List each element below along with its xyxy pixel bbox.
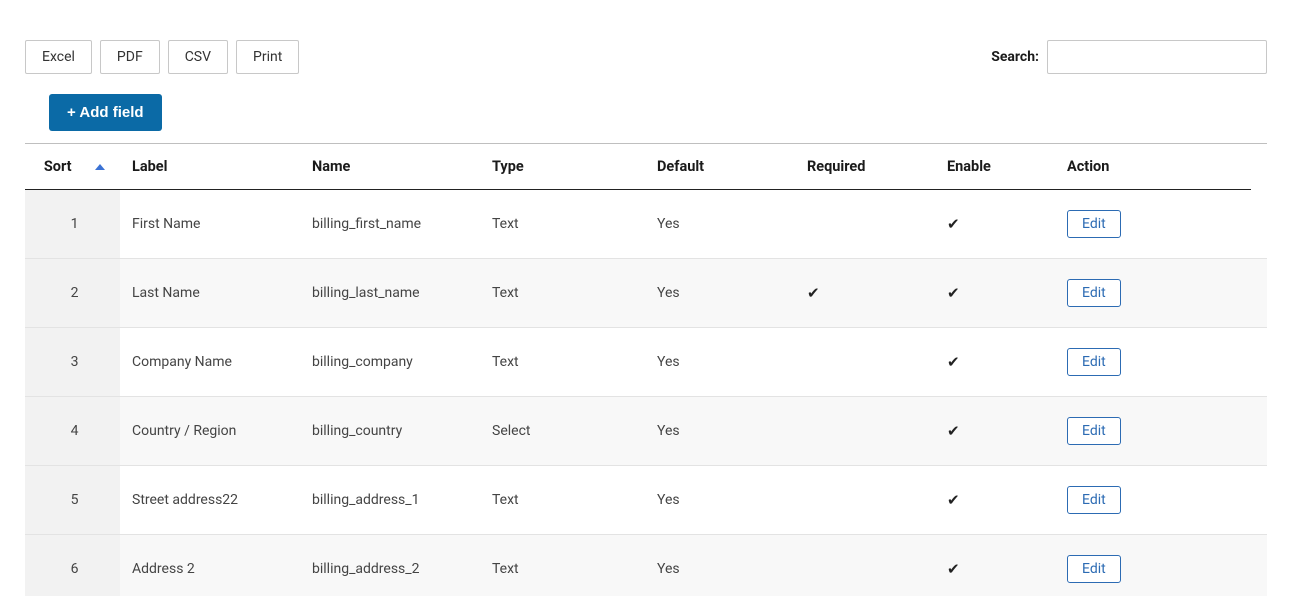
add-field-button[interactable]: + Add field (49, 94, 162, 131)
edit-button[interactable]: Edit (1067, 279, 1121, 307)
cell-name: billing_country (300, 397, 480, 466)
cell-required (795, 466, 935, 535)
table-row: 6Address 2billing_address_2TextYes ✔ Edit (25, 535, 1267, 597)
cell-action: Edit (1055, 397, 1267, 466)
cell-name: billing_address_2 (300, 535, 480, 597)
check-icon: ✔ (947, 422, 960, 440)
edit-button[interactable]: Edit (1067, 486, 1121, 514)
cell-name: billing_first_name (300, 190, 480, 259)
table-row: 5Street address22billing_address_1TextYe… (25, 466, 1267, 535)
cell-label: Street address22 (120, 466, 300, 535)
table-row: 4Country / Regionbilling_countrySelectYe… (25, 397, 1267, 466)
search-label: Search: (991, 49, 1039, 65)
print-button[interactable]: Print (236, 40, 299, 74)
cell-action: Edit (1055, 535, 1267, 597)
cell-name: billing_company (300, 328, 480, 397)
check-icon: ✔ (947, 560, 960, 578)
excel-button[interactable]: Excel (25, 40, 92, 74)
sort-asc-icon (95, 164, 105, 170)
cell-required: ✔ (795, 259, 935, 328)
top-bar: Excel PDF CSV Print Search: (25, 40, 1267, 74)
check-icon: ✔ (947, 353, 960, 371)
edit-button[interactable]: Edit (1067, 348, 1121, 376)
cell-name: billing_last_name (300, 259, 480, 328)
cell-required (795, 397, 935, 466)
col-header-required[interactable]: Required (795, 144, 935, 190)
cell-enable: ✔ (935, 535, 1055, 597)
cell-type: Text (480, 259, 645, 328)
col-header-sort[interactable]: Sort (25, 144, 120, 190)
search-input[interactable] (1047, 40, 1267, 74)
col-header-name[interactable]: Name (300, 144, 480, 190)
table-row: 1First Namebilling_first_nameTextYes ✔ Edi… (25, 190, 1267, 259)
cell-label: Country / Region (120, 397, 300, 466)
check-icon: ✔ (807, 284, 820, 302)
col-header-sort-label: Sort (44, 158, 72, 175)
check-icon: ✔ (947, 491, 960, 509)
cell-default: Yes (645, 535, 795, 597)
csv-button[interactable]: CSV (168, 40, 228, 74)
cell-type: Text (480, 466, 645, 535)
cell-type: Text (480, 328, 645, 397)
cell-sort: 1 (25, 190, 120, 259)
cell-sort: 3 (25, 328, 120, 397)
cell-label: Address 2 (120, 535, 300, 597)
cell-action: Edit (1055, 259, 1267, 328)
col-header-label[interactable]: Label (120, 144, 300, 190)
col-header-type[interactable]: Type (480, 144, 645, 190)
check-icon: ✔ (947, 284, 960, 302)
cell-sort: 6 (25, 535, 120, 597)
fields-table: Sort Label Name Type Default Required En… (25, 144, 1267, 596)
cell-type: Text (480, 190, 645, 259)
cell-name: billing_address_1 (300, 466, 480, 535)
cell-default: Yes (645, 397, 795, 466)
cell-default: Yes (645, 190, 795, 259)
cell-required (795, 328, 935, 397)
cell-required (795, 535, 935, 597)
cell-enable: ✔ (935, 259, 1055, 328)
edit-button[interactable]: Edit (1067, 555, 1121, 583)
edit-button[interactable]: Edit (1067, 417, 1121, 445)
cell-sort: 4 (25, 397, 120, 466)
cell-enable: ✔ (935, 466, 1055, 535)
cell-sort: 5 (25, 466, 120, 535)
col-header-default[interactable]: Default (645, 144, 795, 190)
export-button-group: Excel PDF CSV Print (25, 40, 299, 74)
cell-label: Company Name (120, 328, 300, 397)
table-scroll-area[interactable]: 1First Namebilling_first_nameTextYes✔Edi… (25, 190, 1267, 596)
cell-sort: 2 (25, 259, 120, 328)
cell-type: Select (480, 397, 645, 466)
table-row: 2Last Namebilling_last_nameTextYes ✔ ✔ Edit (25, 259, 1267, 328)
pdf-button[interactable]: PDF (100, 40, 160, 74)
cell-enable: ✔ (935, 328, 1055, 397)
col-header-action[interactable]: Action (1055, 144, 1251, 190)
cell-label: Last Name (120, 259, 300, 328)
cell-action: Edit (1055, 466, 1267, 535)
cell-default: Yes (645, 466, 795, 535)
cell-enable: ✔ (935, 190, 1055, 259)
cell-type: Text (480, 535, 645, 597)
cell-default: Yes (645, 259, 795, 328)
check-icon: ✔ (947, 215, 960, 233)
table-row: 3Company Namebilling_companyTextYes ✔ Edit (25, 328, 1267, 397)
edit-button[interactable]: Edit (1067, 210, 1121, 238)
cell-label: First Name (120, 190, 300, 259)
col-header-enable[interactable]: Enable (935, 144, 1055, 190)
cell-action: Edit (1055, 190, 1267, 259)
cell-default: Yes (645, 328, 795, 397)
cell-required (795, 190, 935, 259)
cell-action: Edit (1055, 328, 1267, 397)
cell-enable: ✔ (935, 397, 1055, 466)
search-wrap: Search: (991, 40, 1267, 74)
